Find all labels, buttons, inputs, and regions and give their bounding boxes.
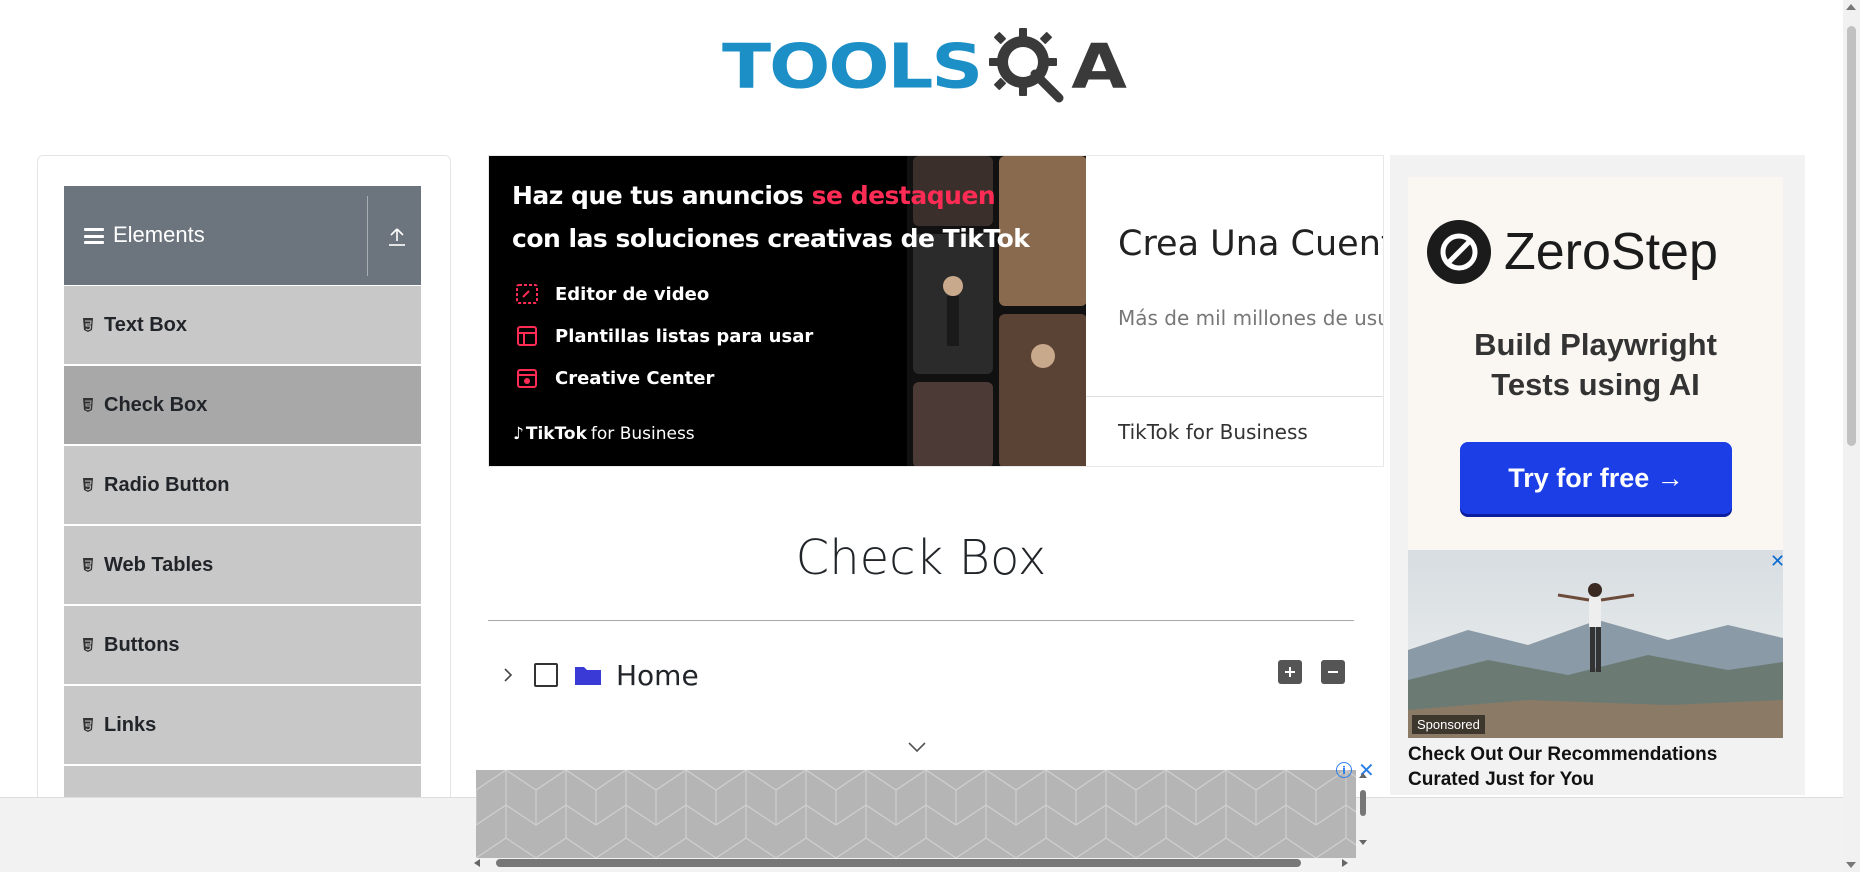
minus-square-icon [1328,671,1338,673]
ad-vertical-scrollbar[interactable] [1356,770,1370,858]
sidebar-item-radio-button[interactable]: Radio Button [64,445,421,525]
page-scrollbar[interactable] [1843,0,1860,872]
tree-node-label[interactable]: Home [616,659,699,692]
feature-label: Plantillas listas para usar [555,325,814,347]
tree-actions [1278,660,1345,684]
sidebar-item-label: Buttons [104,633,180,656]
logo-text-tools: TOOLS [722,30,983,102]
scrollbar-thumb[interactable] [1847,26,1856,446]
html5-icon [83,638,93,652]
feature-video-editor: Editor de video [515,282,709,306]
plus-square-icon [1285,667,1295,677]
sidebar-item-label: Text Box [104,313,187,336]
chevron-down-icon[interactable] [906,740,928,754]
logo-text-a: A [1071,30,1127,102]
promo-close-button[interactable]: ✕ [1770,551,1785,572]
sidebar-menu: Text Box Check Box Radio Button Web Tabl… [64,285,421,845]
side-ad[interactable]: ZeroStep Build Playwright Tests using AI… [1390,155,1805,795]
sidebar-item-label: Links [104,713,157,736]
feature-creative-center: Creative Center [515,366,714,390]
tiktok-ad-cta-panel: Crea Una Cuenta Más de mil millones de u… [1086,156,1384,466]
video-editor-icon [516,284,538,304]
ad-cta-title[interactable]: Crea Una Cuenta [1118,224,1383,264]
tiktok-note-icon: ♪ [513,424,524,444]
tiktok-brand: ♪ TikTok for Business [513,424,695,444]
home-checkbox[interactable] [534,663,558,687]
page-title: Check Box [795,530,1047,586]
chevron-right-icon[interactable] [496,663,520,687]
html5-icon [83,318,93,332]
tree-node-home: Home [496,655,699,695]
tagline-line-2: Tests using AI [1491,367,1700,402]
feature-label: Editor de video [555,283,710,305]
headline-text: Haz que tus anuncios [512,181,812,210]
sponsored-label: Sponsored [1412,715,1485,734]
toolsqa-logo[interactable]: TOOLS A [722,20,1127,112]
bottom-ad-creative[interactable] [476,770,1356,858]
brand-rest: for Business [590,424,695,444]
tagline-line-1: Build Playwright [1474,327,1717,362]
feature-templates: Plantillas listas para usar [515,324,813,348]
sidebar-group-elements[interactable]: Elements [64,186,421,285]
sidebar-group-title: Elements [113,222,205,247]
gear-magnifier-icon [989,28,1064,103]
zerostep-ad[interactable]: ZeroStep Build Playwright Tests using AI… [1408,177,1783,552]
tiktok-banner-ad[interactable]: Haz que tus anuncios se destaquen con la… [488,155,1384,467]
zerostep-logo: ZeroStep [1426,219,1718,285]
ad-advertiser[interactable]: TikTok for Business [1118,420,1308,444]
ad-cta-subtitle: Más de mil millones de usua [1118,306,1384,330]
zerostep-logo-icon [1427,220,1491,284]
sidebar-item-links[interactable]: Links [64,685,421,765]
collapse-all-button[interactable] [1321,660,1345,684]
promo-caption[interactable]: Check Out Our Recommendations Curated Ju… [1408,742,1783,792]
sidebar-item-text-box[interactable]: Text Box [64,285,421,365]
ad-horizontal-scrollbar[interactable] [470,856,1356,870]
html5-icon [83,398,93,412]
upload-icon[interactable] [386,226,408,248]
tiktok-ad-creative: Haz que tus anuncios se destaquen con la… [489,156,1087,466]
sidebar-item-label: Web Tables [104,553,214,576]
promo-image[interactable] [1408,550,1783,738]
creative-center-icon [517,369,537,388]
scroll-up-arrow-icon[interactable] [1846,4,1856,10]
folder-icon [575,667,601,685]
feature-label: Creative Center [555,367,715,389]
headline-highlight: se destaquen [811,181,996,210]
ad-info-icon[interactable]: i [1336,762,1352,778]
ad-separator [1086,396,1383,397]
html5-icon [83,718,93,732]
sidebar-item-web-tables[interactable]: Web Tables [64,525,421,605]
brand-bold: TikTok [525,424,587,444]
sidebar-item-label: Check Box [104,393,208,416]
zerostep-brand: ZeroStep [1504,223,1718,281]
sidebar-item-buttons[interactable]: Buttons [64,605,421,685]
tiktok-ad-headline: Haz que tus anuncios se destaquen con la… [512,174,1030,260]
hamburger-icon [84,228,104,244]
title-divider [488,620,1354,621]
scroll-down-arrow-icon[interactable] [1846,862,1856,868]
html5-icon [83,558,93,572]
sidebar-item-check-box[interactable]: Check Box [64,365,421,445]
templates-icon [517,326,537,346]
zerostep-tagline: Build Playwright Tests using AI [1408,325,1783,405]
sidebar-group-divider [367,196,368,276]
sidebar-item-label: Radio Button [104,473,230,496]
try-for-free-button[interactable]: Try for free → [1460,442,1732,514]
html5-icon [83,478,93,492]
expand-all-button[interactable] [1278,660,1302,684]
headline-text-2: con las soluciones creativas de TikTok [512,224,1030,253]
